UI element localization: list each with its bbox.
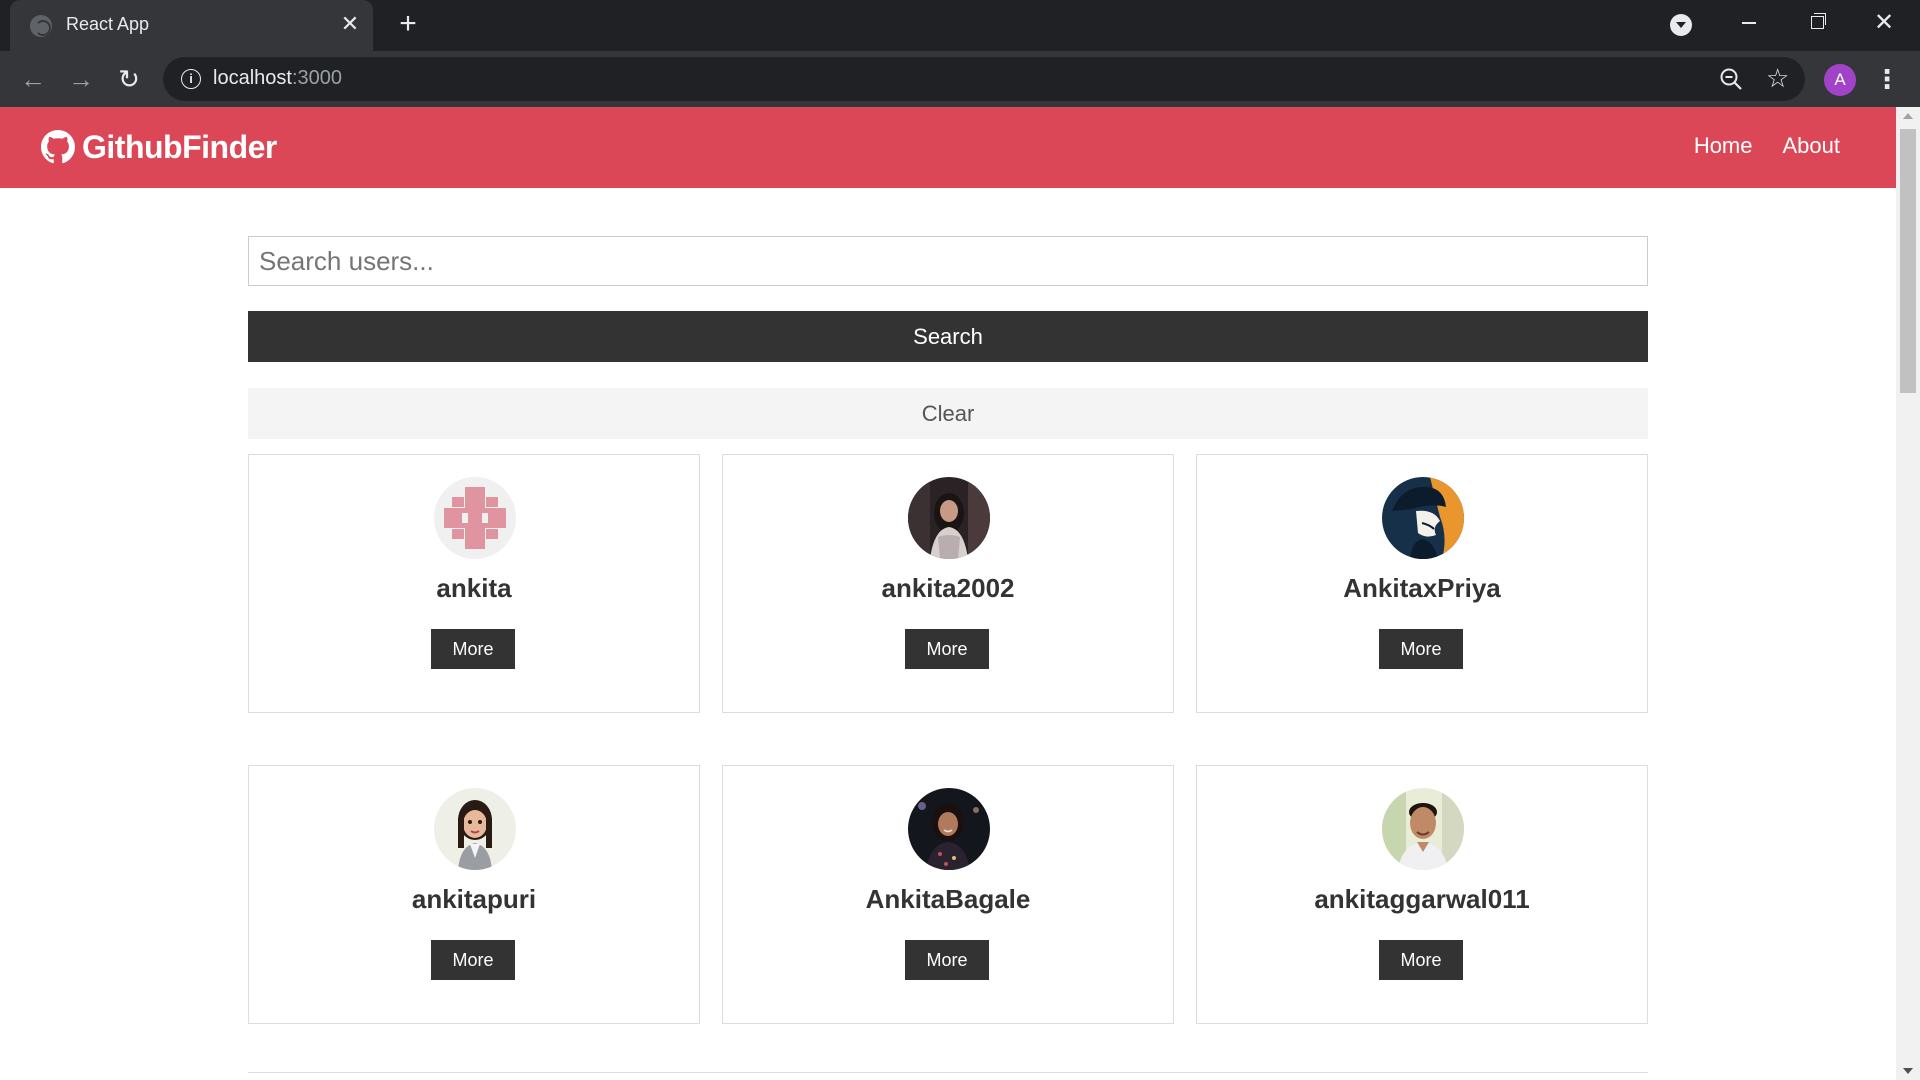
profile-avatar[interactable]: A [1824, 64, 1856, 96]
brand: GithubFinder [41, 127, 277, 167]
more-button[interactable]: More [905, 940, 989, 980]
user-login: ankita2002 [881, 573, 1015, 603]
page-scrollbar[interactable] [1896, 107, 1920, 1080]
url-text: localhost:3000 [213, 67, 342, 90]
user-card: ankita More [248, 454, 700, 713]
tab-title: React App [66, 14, 150, 34]
nav-link-home[interactable]: Home [1694, 133, 1753, 159]
site-info-icon[interactable]: i [181, 69, 201, 89]
photo-avatar-icon [908, 477, 990, 559]
search-button[interactable]: Search [248, 311, 1648, 362]
user-avatar [434, 788, 516, 870]
scrollbar-thumb[interactable] [1900, 129, 1916, 393]
globe-icon [30, 15, 52, 37]
reload-icon[interactable]: ↻ [114, 64, 144, 94]
photo-avatar-icon [908, 788, 990, 870]
more-button[interactable]: More [1379, 629, 1463, 669]
user-avatar [434, 477, 516, 559]
more-button[interactable]: More [431, 940, 515, 980]
back-arrow-icon[interactable]: ← [18, 64, 48, 94]
user-avatar [1382, 788, 1464, 870]
user-grid: ankita More ankita2002 More AnkitaxPriya… [248, 454, 1648, 1024]
more-button[interactable]: More [905, 629, 989, 669]
user-card: ankita2002 More [722, 454, 1174, 713]
brand-title: GithubFinder [82, 128, 277, 165]
close-tab-icon[interactable]: ✕ [336, 10, 364, 38]
user-login: AnkitaxPriya [1343, 573, 1501, 603]
identicon-avatar-icon [434, 477, 516, 559]
github-logo-icon [41, 130, 75, 164]
clear-button[interactable]: Clear [248, 388, 1648, 439]
user-card: ankitaggarwal011 More [1196, 765, 1648, 1024]
cartoon-avatar-icon [434, 788, 516, 870]
user-avatar [1382, 477, 1464, 559]
address-bar[interactable]: i localhost:3000 ☆ [163, 57, 1805, 101]
more-button[interactable]: More [1379, 940, 1463, 980]
zoom-out-icon[interactable] [1718, 66, 1744, 92]
search-input[interactable] [248, 236, 1648, 286]
more-button[interactable]: More [431, 629, 515, 669]
scroll-up-arrow-icon[interactable] [1903, 113, 1913, 119]
browser-tabstrip: React App ✕ + ✕ [0, 0, 1920, 51]
browser-menu-icon[interactable]: ⋮ [1874, 63, 1900, 95]
user-avatar [908, 788, 990, 870]
browser-toolbar: ← → ↻ i localhost:3000 ☆ A ⋮ [0, 51, 1920, 107]
illustration-avatar-icon [1382, 477, 1464, 559]
new-tab-icon[interactable]: + [392, 9, 424, 41]
nav-link-about[interactable]: About [1783, 133, 1841, 159]
user-login: AnkitaBagale [865, 884, 1031, 914]
browser-tab[interactable]: React App ✕ [10, 0, 373, 51]
forward-arrow-icon[interactable]: → [66, 64, 96, 94]
user-avatar [908, 477, 990, 559]
tab-search-icon[interactable] [1670, 14, 1692, 36]
minimize-window-icon[interactable] [1728, 6, 1768, 40]
url-port: :3000 [291, 67, 342, 89]
user-login: ankitapuri [411, 884, 537, 914]
user-card: AnkitaBagale More [722, 765, 1174, 1024]
url-host: localhost [213, 67, 292, 89]
bookmark-star-icon[interactable]: ☆ [1766, 63, 1789, 93]
photo-avatar-icon [1382, 788, 1464, 870]
restore-window-icon[interactable] [1797, 6, 1837, 40]
scroll-down-arrow-icon[interactable] [1903, 1068, 1913, 1074]
next-row-card-edge [248, 1072, 1648, 1080]
user-login: ankitaggarwal011 [1314, 884, 1530, 914]
user-card: ankitapuri More [248, 765, 700, 1024]
page-viewport: GithubFinder Home About Search Clear [0, 107, 1920, 1080]
app-navbar: GithubFinder Home About [0, 107, 1896, 188]
close-window-icon[interactable]: ✕ [1864, 6, 1904, 40]
user-login: ankita [436, 573, 512, 603]
nav-links: Home About [1694, 133, 1840, 159]
user-card: AnkitaxPriya More [1196, 454, 1648, 713]
